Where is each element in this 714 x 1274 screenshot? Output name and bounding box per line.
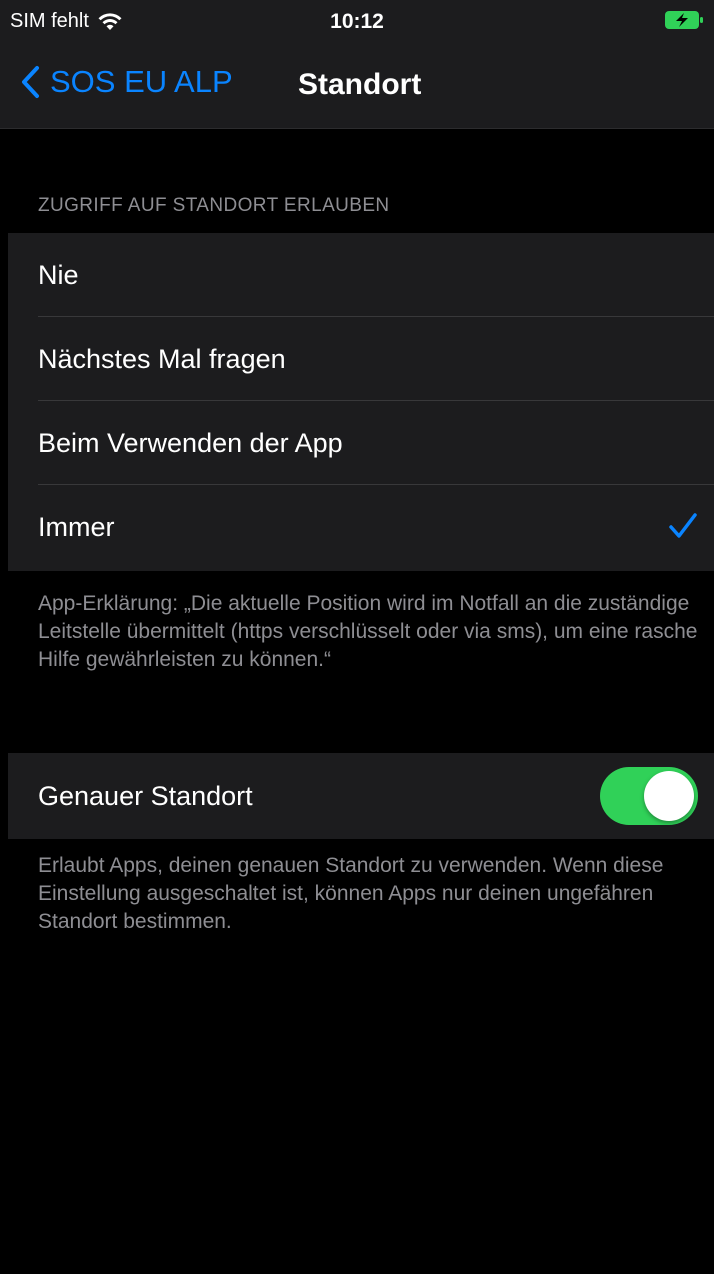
option-nie[interactable]: Nie [8,233,714,317]
page-title: Standort [298,68,422,101]
section-header-location-access: ZUGRIFF AUF STANDORT ERLAUBEN [38,195,390,216]
option-label: Beim Verwenden der App [38,427,343,458]
option-always[interactable]: Immer [8,485,714,569]
status-bar: SIM fehlt 10:12 [0,0,714,40]
toggle-knob [644,771,694,821]
battery-charging-icon [665,11,703,29]
precise-location-label: Genauer Standort [38,780,253,811]
back-button-label: SOS EU ALP [50,64,233,99]
precise-location-footer: Erlaubt Apps, deinen genauen Standort zu… [38,854,664,933]
navigation-bar: SOS EU ALP Standort [0,40,714,129]
chevron-left-icon [22,66,39,98]
option-ask-next-time[interactable]: Nächstes Mal fragen [8,317,714,401]
checkmark-icon [669,513,697,538]
option-while-using-app[interactable]: Beim Verwenden der App [8,401,714,485]
precise-location-row: Genauer Standort [8,753,714,839]
precise-location-toggle[interactable] [600,767,698,825]
clock: 10:12 [330,10,384,33]
option-label: Nächstes Mal fragen [38,343,286,374]
back-button[interactable]: SOS EU ALP [20,64,233,100]
settings-screen: SIM fehlt 10:12 SOS EU ALP Standort ZUGR… [0,0,714,1274]
location-access-options: Nie Nächstes Mal fragen Beim Verwenden d… [8,233,714,571]
option-label: Immer [38,511,115,542]
option-label: Nie [38,259,79,290]
precise-location-group: Genauer Standort [8,753,714,839]
app-explanation: App-Erklärung: „Die aktuelle Position wi… [38,592,698,671]
